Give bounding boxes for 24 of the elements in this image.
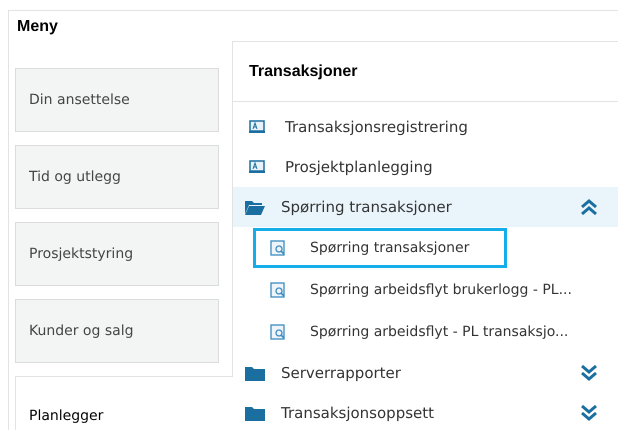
form-icon — [249, 120, 265, 134]
menu-item[interactable]: Transaksjonsregistrering — [233, 107, 618, 147]
category-tab[interactable]: Prosjektstyring — [15, 222, 219, 286]
menu-item[interactable]: Spørring transaksjoner — [253, 228, 507, 268]
expand-icon[interactable] — [580, 365, 598, 381]
folder-icon — [245, 366, 265, 380]
form-icon — [249, 160, 265, 174]
open-folder-icon — [245, 200, 265, 214]
collapse-icon[interactable] — [580, 199, 598, 215]
category-tab[interactable]: Tid og utlegg — [15, 145, 219, 209]
folder-icon — [245, 406, 265, 420]
menu-item[interactable]: Spørring arbeidsflyt brukerlogg - PL... — [253, 270, 583, 310]
category-tab[interactable]: Din ansettelse — [15, 68, 219, 132]
search-document-icon — [270, 282, 286, 298]
category-tab[interactable]: Planlegger — [15, 376, 233, 430]
menu-item[interactable]: Prosjektplanlegging — [233, 147, 618, 187]
category-tab[interactable]: Kunder og salg — [15, 299, 219, 363]
expand-icon[interactable] — [580, 405, 598, 421]
search-document-icon — [270, 240, 286, 256]
panel-title: Transaksjoner — [233, 42, 618, 102]
folder-row[interactable]: Spørring transaksjoner — [233, 187, 618, 227]
menu-title: Meny — [16, 17, 59, 37]
menu-item[interactable]: Spørring arbeidsflyt - PL transaksjo... — [253, 312, 580, 352]
search-document-icon — [270, 324, 286, 340]
